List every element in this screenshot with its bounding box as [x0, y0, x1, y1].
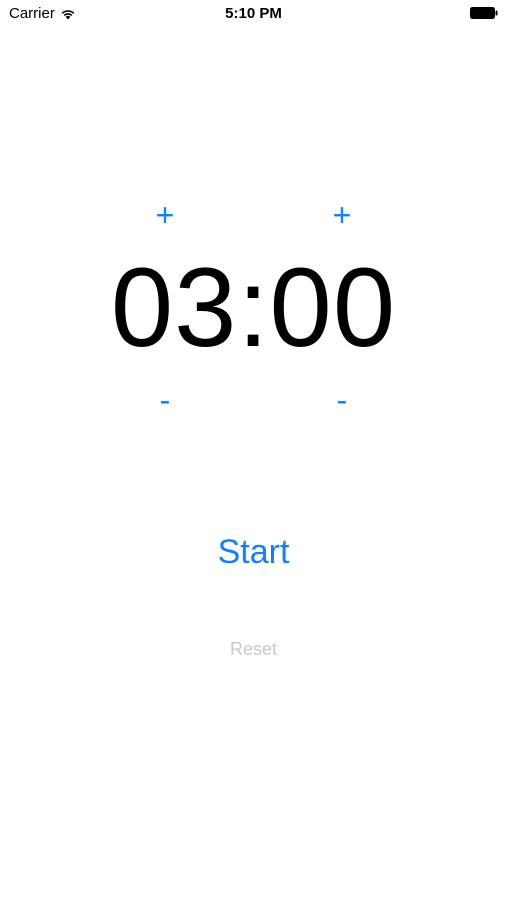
start-button[interactable]: Start	[0, 530, 507, 574]
minutes-increment-button[interactable]: +	[145, 195, 185, 235]
status-bar: Carrier 5:10 PM	[0, 0, 507, 28]
battery-full-icon	[470, 7, 498, 19]
status-time: 5:10 PM	[225, 5, 282, 22]
seconds-decrement-button[interactable]: -	[322, 380, 362, 420]
timer-screen: Carrier 5:10 PM + + 03:00 - - Start Rese…	[0, 0, 507, 900]
reset-button[interactable]: Reset	[0, 636, 507, 662]
minutes-decrement-button[interactable]: -	[145, 380, 185, 420]
seconds-increment-button[interactable]: +	[322, 195, 362, 235]
timer-display: 03:00	[110, 245, 397, 370]
